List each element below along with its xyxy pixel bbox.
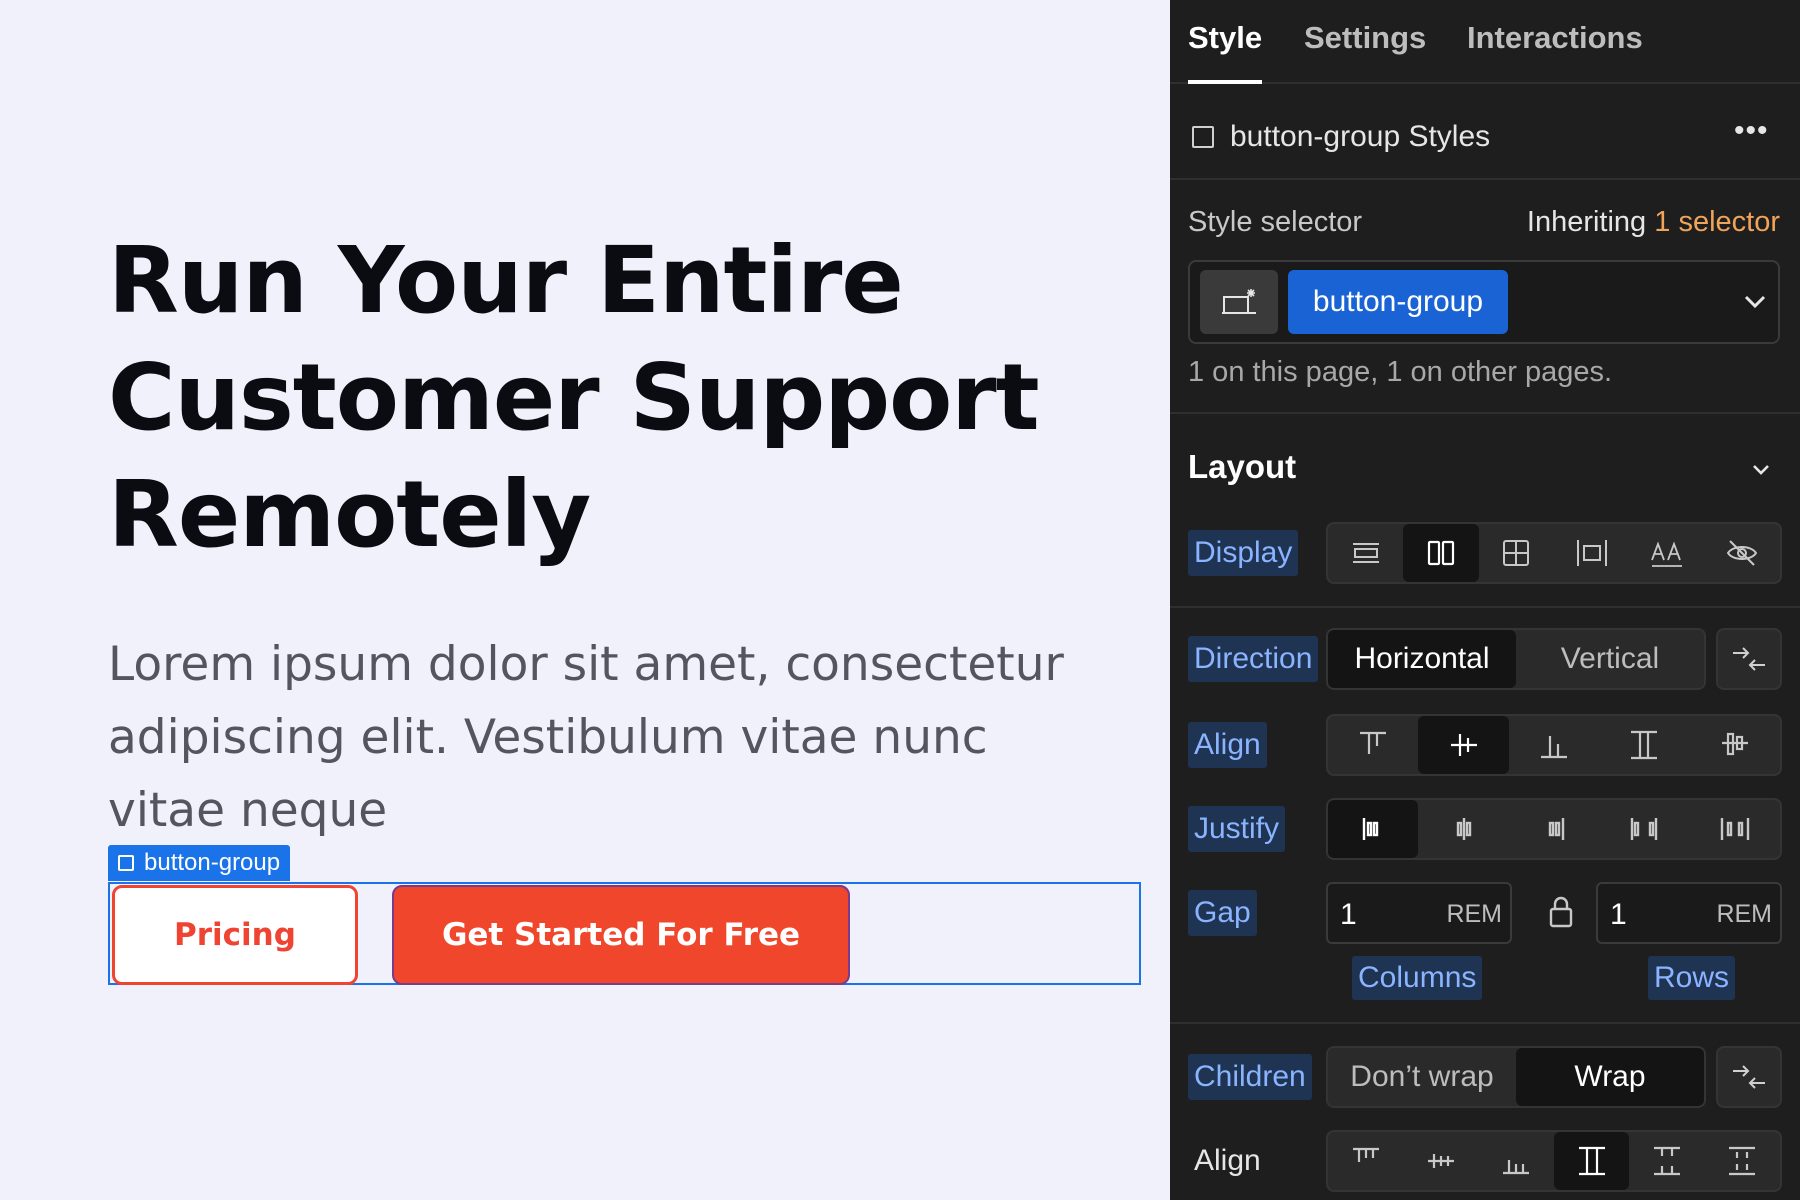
- align-label[interactable]: Align: [1188, 722, 1267, 768]
- hero-title-line-2: Customer Support: [108, 344, 1040, 451]
- reverse-arrows-icon: [1733, 647, 1765, 671]
- pricing-button[interactable]: Pricing: [112, 885, 358, 985]
- styles-header-row: button-group Styles •••: [1170, 84, 1800, 180]
- display-inline-block-icon[interactable]: [1554, 524, 1629, 582]
- gap-columns-value: 1: [1340, 898, 1357, 931]
- justify-end-icon[interactable]: [1509, 800, 1599, 858]
- reverse-direction-button[interactable]: [1716, 628, 1782, 690]
- selector-usage-text: 1 on this page, 1 on other pages.: [1188, 356, 1613, 388]
- style-selector-label: Style selector: [1188, 206, 1363, 238]
- children-wrap-toggle: Don’t wrap Wrap: [1326, 1046, 1706, 1108]
- justify-segmented-control: [1326, 798, 1782, 860]
- hero-title-line-1: Run Your Entire: [108, 227, 904, 334]
- direction-label[interactable]: Direction: [1188, 636, 1319, 682]
- get-started-button[interactable]: Get Started For Free: [392, 885, 850, 985]
- justify-space-around-icon[interactable]: [1690, 800, 1780, 858]
- content-align-space-between-icon[interactable]: [1629, 1132, 1704, 1190]
- display-segmented-control: [1326, 522, 1782, 584]
- content-align-center-icon[interactable]: [1403, 1132, 1478, 1190]
- gap-rows-input[interactable]: 1 REM: [1596, 882, 1782, 944]
- layout-section-title[interactable]: Layout: [1188, 448, 1296, 486]
- tab-settings[interactable]: Settings: [1304, 20, 1426, 56]
- design-canvas[interactable]: Run Your Entire Customer Support Remotel…: [0, 0, 1170, 1200]
- align-center-icon[interactable]: [1418, 716, 1509, 774]
- children-dont-wrap-option[interactable]: Don’t wrap: [1328, 1048, 1516, 1106]
- content-align-stretch-icon[interactable]: [1553, 1132, 1630, 1190]
- gap-rows-value: 1: [1610, 898, 1627, 931]
- content-align-end-icon[interactable]: [1479, 1132, 1554, 1190]
- divider: [1170, 606, 1800, 608]
- display-flex-icon[interactable]: [1403, 524, 1479, 582]
- tab-style[interactable]: Style: [1188, 20, 1262, 56]
- style-selector-field[interactable]: button-group: [1188, 260, 1780, 344]
- display-grid-icon[interactable]: [1479, 524, 1554, 582]
- divider: [1170, 412, 1800, 414]
- align-segmented-control: [1326, 714, 1782, 776]
- children-wrap-option[interactable]: Wrap: [1516, 1048, 1704, 1106]
- selection-tag-label: button-group: [144, 849, 281, 876]
- content-align-segmented-control: [1326, 1130, 1782, 1192]
- gap-columns-unit[interactable]: REM: [1446, 900, 1502, 929]
- align-start-icon[interactable]: [1328, 716, 1418, 774]
- display-inline-icon[interactable]: [1629, 524, 1704, 582]
- selection-tag[interactable]: button-group: [108, 845, 291, 881]
- chevron-down-icon[interactable]: [1748, 456, 1774, 482]
- element-box-icon: [118, 855, 134, 871]
- display-label[interactable]: Display: [1188, 530, 1299, 576]
- reverse-arrows-icon: [1733, 1065, 1765, 1089]
- content-align-label[interactable]: Align: [1188, 1138, 1267, 1184]
- content-align-start-icon[interactable]: [1328, 1132, 1403, 1190]
- align-end-icon[interactable]: [1509, 716, 1599, 774]
- justify-center-icon[interactable]: [1418, 800, 1508, 858]
- element-box-icon: [1192, 126, 1214, 148]
- hero-title: Run Your Entire Customer Support Remotel…: [108, 222, 1108, 573]
- class-chip[interactable]: button-group: [1288, 270, 1508, 334]
- gap-columns-input[interactable]: 1 REM: [1326, 882, 1512, 944]
- direction-toggle: Horizontal Vertical: [1326, 628, 1706, 690]
- button-group-outline[interactable]: Pricing Get Started For Free: [108, 882, 1141, 985]
- justify-start-icon[interactable]: [1328, 800, 1419, 858]
- more-options-icon[interactable]: •••: [1734, 114, 1769, 148]
- justify-label[interactable]: Justify: [1188, 806, 1286, 852]
- align-stretch-icon[interactable]: [1599, 716, 1689, 774]
- panel-tabs: Style Settings Interactions: [1170, 0, 1800, 84]
- reverse-wrap-button[interactable]: [1716, 1046, 1782, 1108]
- display-none-icon[interactable]: [1705, 524, 1780, 582]
- content-align-space-around-icon[interactable]: [1705, 1132, 1780, 1190]
- gap-rows-label: Rows: [1648, 956, 1736, 1000]
- display-block-icon[interactable]: [1328, 524, 1403, 582]
- direction-horizontal-option[interactable]: Horizontal: [1328, 630, 1516, 688]
- inheriting-info: Inheriting 1 selector: [1527, 206, 1780, 239]
- divider: [1170, 1022, 1800, 1024]
- gap-label[interactable]: Gap: [1188, 890, 1257, 936]
- hero-title-line-3: Remotely: [108, 461, 591, 568]
- direction-vertical-option[interactable]: Vertical: [1516, 630, 1704, 688]
- tab-interactions[interactable]: Interactions: [1467, 20, 1643, 56]
- chevron-down-icon[interactable]: [1740, 286, 1770, 316]
- inheriting-prefix: Inheriting: [1526, 206, 1647, 238]
- inheriting-selector-link[interactable]: 1 selector: [1654, 206, 1780, 238]
- hero-description: Lorem ipsum dolor sit amet, consectetur …: [108, 637, 1064, 838]
- styles-header-label: button-group Styles: [1230, 120, 1491, 153]
- justify-space-between-icon[interactable]: [1599, 800, 1689, 858]
- style-panel: Style Settings Interactions button-group…: [1170, 0, 1800, 1200]
- align-baseline-icon[interactable]: [1690, 716, 1780, 774]
- lock-icon[interactable]: [1546, 894, 1576, 930]
- add-class-icon[interactable]: [1200, 270, 1278, 334]
- children-label[interactable]: Children: [1188, 1054, 1312, 1100]
- gap-columns-label: Columns: [1352, 956, 1483, 1000]
- gap-rows-unit[interactable]: REM: [1716, 900, 1772, 929]
